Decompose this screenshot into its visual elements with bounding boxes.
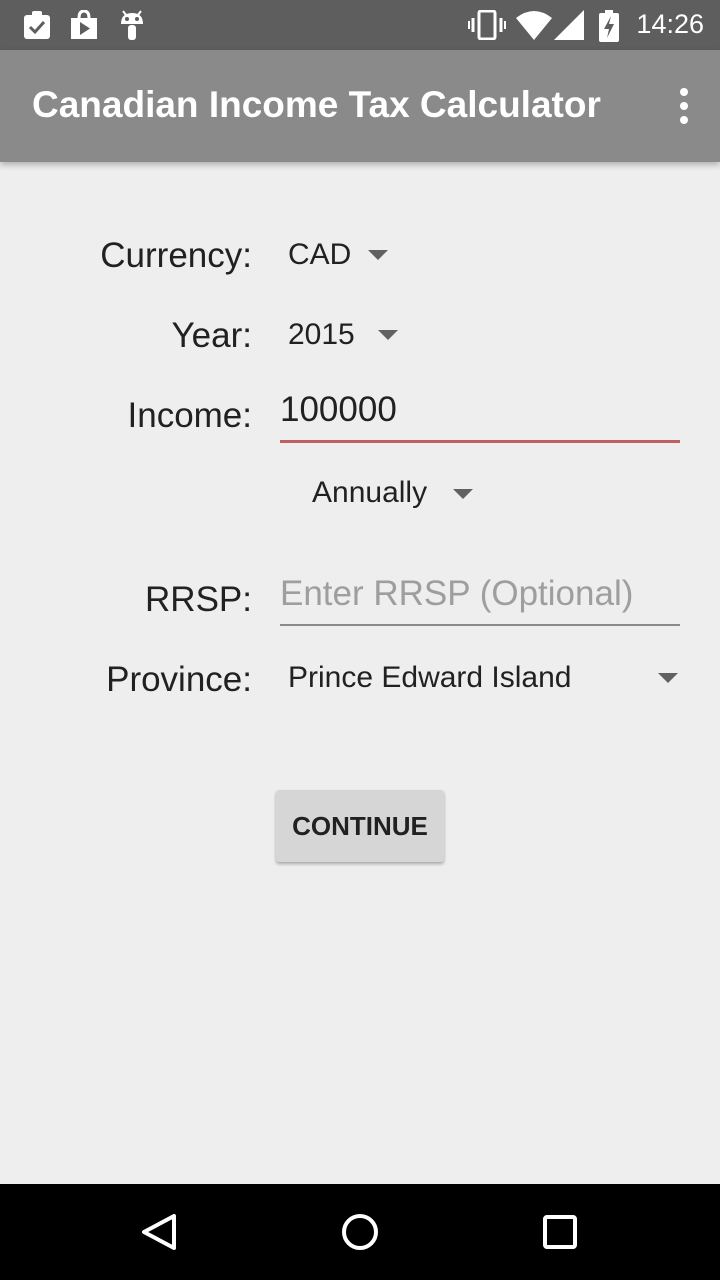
recents-icon[interactable]: [536, 1208, 584, 1256]
back-icon[interactable]: [136, 1208, 184, 1256]
dropdown-arrow-icon: [368, 250, 388, 260]
income-label: Income:: [127, 396, 253, 435]
province-spinner[interactable]: Prince Edward Island: [288, 661, 680, 701]
signal-icon: [554, 10, 584, 40]
income-field-wrapper: [280, 390, 680, 443]
continue-button[interactable]: CONTINUE: [276, 790, 444, 862]
app-bar: Canadian Income Tax Calculator: [0, 50, 720, 162]
currency-value: CAD: [288, 238, 352, 271]
play-store-icon: [71, 10, 97, 39]
dropdown-arrow-icon: [658, 673, 678, 683]
status-time: 14:26: [636, 9, 704, 39]
rrsp-input[interactable]: [280, 574, 680, 624]
province-label: Province:: [106, 660, 252, 699]
more-vert-icon[interactable]: [676, 88, 692, 124]
app-title: Canadian Income Tax Calculator: [32, 84, 601, 125]
vibrate-icon: [468, 10, 506, 40]
android-icon: [121, 10, 143, 40]
navigation-bar: [0, 1184, 720, 1280]
province-value: Prince Edward Island: [288, 661, 572, 694]
year-label: Year:: [171, 316, 252, 355]
home-icon[interactable]: [336, 1208, 384, 1256]
wifi-icon: [516, 11, 552, 40]
dropdown-arrow-icon: [378, 330, 398, 340]
currency-spinner[interactable]: CAD: [288, 238, 398, 278]
frequency-value: Annually: [312, 476, 428, 509]
year-value: 2015: [288, 318, 355, 351]
clipboard-check-icon: [24, 11, 50, 39]
rrsp-label: RRSP:: [145, 580, 252, 619]
income-input[interactable]: [280, 390, 680, 440]
battery-charging-icon: [599, 10, 619, 42]
dropdown-arrow-icon: [453, 489, 473, 499]
currency-label: Currency:: [100, 236, 252, 275]
rrsp-field-wrapper: [280, 574, 680, 626]
frequency-spinner[interactable]: Annually: [312, 476, 482, 516]
status-bar: 14:26: [0, 0, 720, 50]
year-spinner[interactable]: 2015: [288, 318, 408, 358]
